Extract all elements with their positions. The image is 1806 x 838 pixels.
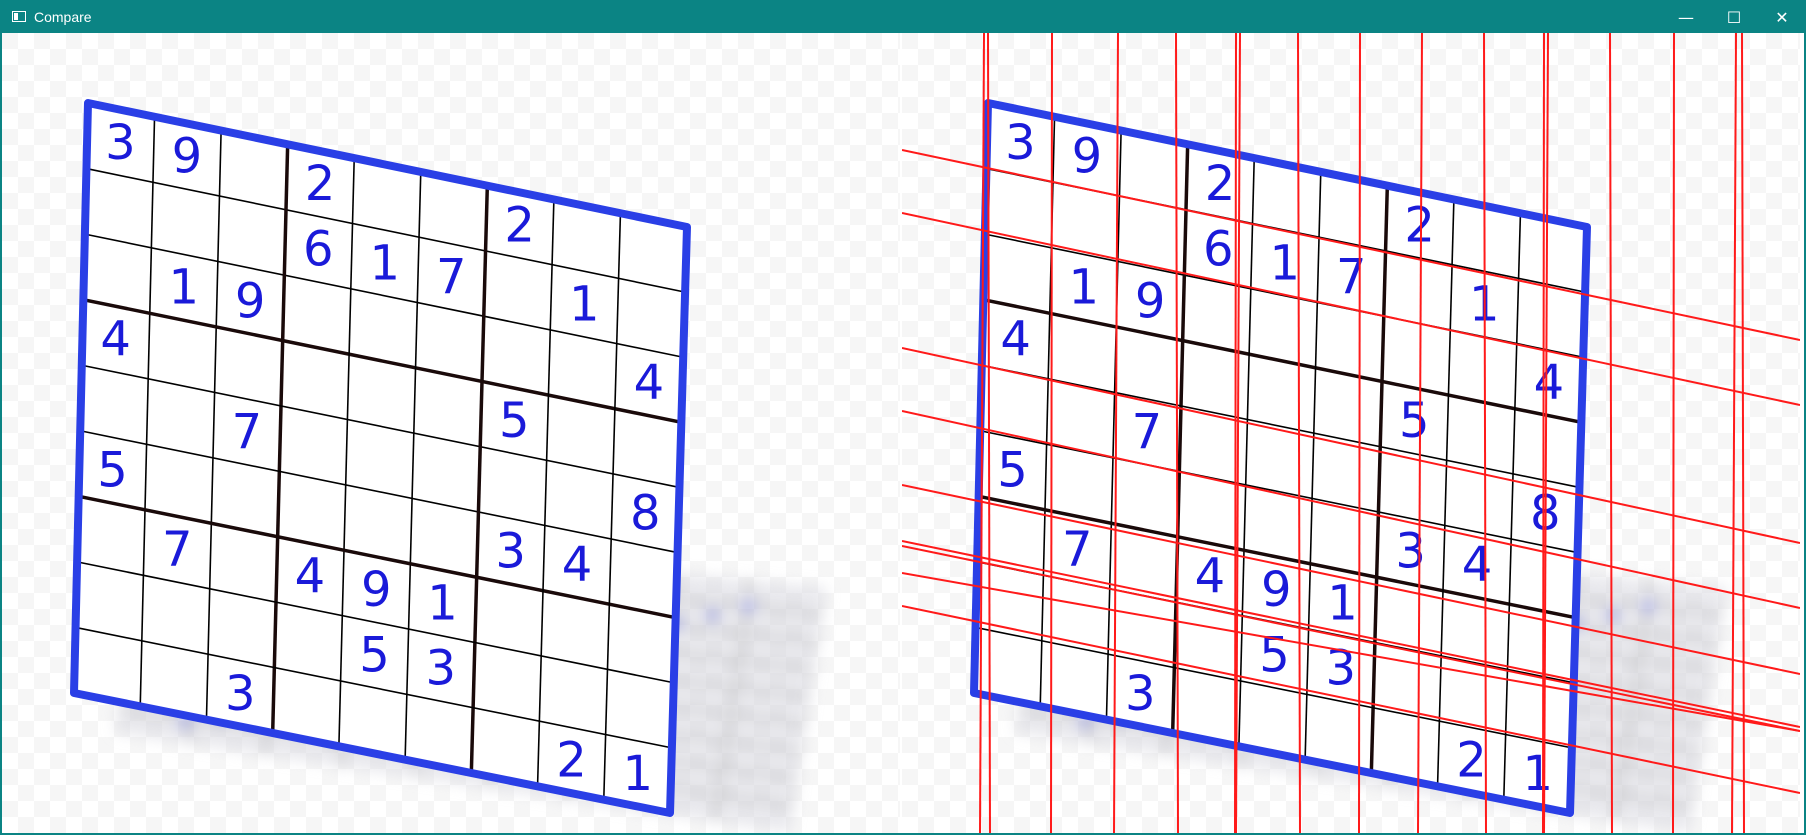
sudoku-digit: 9 — [1261, 562, 1292, 618]
sudoku-digit: 7 — [232, 404, 263, 460]
detected-vertical-line — [1050, 32, 1053, 834]
app-window-icon — [12, 11, 26, 22]
sudoku-digit: 1 — [1522, 746, 1553, 802]
sudoku-photo-with-line-detection: 3 9 226 1 7 11 94457853 47 4 9 15 332 1 — [901, 32, 1801, 834]
sudoku-digit: 7 — [436, 249, 467, 305]
sudoku-digit: 2 — [1404, 197, 1435, 253]
close-button[interactable]: ✕ — [1760, 2, 1804, 33]
sudoku-digit: 3 — [425, 641, 456, 697]
sudoku-digit: 1 — [427, 575, 458, 631]
detected-vertical-line — [1672, 32, 1675, 834]
sudoku-digit: 5 — [499, 393, 530, 449]
maximize-button[interactable]: ☐ — [1712, 2, 1756, 33]
maximize-icon: ☐ — [1726, 8, 1742, 27]
sudoku-digit: 3 — [105, 115, 136, 171]
sudoku-digit: 7 — [1336, 249, 1367, 305]
sudoku-digit: 5 — [1399, 393, 1430, 449]
sudoku-digit: 4 — [1195, 548, 1226, 604]
sudoku-digit: 2 — [305, 156, 336, 212]
sudoku-digit: 4 — [1462, 537, 1493, 593]
sudoku-digit: 3 — [495, 524, 526, 580]
sudoku-digit: 3 — [1125, 666, 1156, 722]
sudoku-digit: 8 — [630, 485, 661, 541]
compare-window: Compare — ☐ ✕ 39226171194457853474915332… — [0, 0, 1806, 835]
sudoku-digit: 5 — [97, 443, 128, 499]
sudoku-digit: 1 — [622, 746, 653, 802]
sudoku-digit: 9 — [1135, 273, 1166, 329]
sudoku-digit: 1 — [370, 235, 401, 291]
sudoku-digit: 1 — [168, 260, 199, 316]
image-comparison-area: 392261711944578534749153321 392261711944… — [2, 32, 1804, 834]
sudoku-digit: 3 — [1005, 115, 1036, 171]
sudoku-digit: 2 — [1205, 156, 1236, 212]
sudoku-digit: 9 — [172, 129, 203, 185]
sudoku-digit: 4 — [1534, 355, 1565, 411]
sudoku-digit: 2 — [1456, 733, 1487, 789]
minimize-icon: — — [1678, 8, 1694, 27]
window-title: Compare — [34, 9, 92, 25]
original-image-panel: 392261711944578534749153321 — [2, 33, 900, 833]
sudoku-digit: 6 — [303, 222, 334, 278]
sudoku-digit: 4 — [100, 312, 131, 368]
sudoku-digit: 5 — [359, 627, 390, 683]
sudoku-digit: 4 — [295, 548, 326, 604]
sudoku-digit: 2 — [504, 197, 535, 253]
sudoku-digit: 1 — [569, 276, 600, 332]
sudoku-digit: 3 — [1395, 524, 1426, 580]
sudoku-digit: 5 — [997, 443, 1028, 499]
detected-lines-image-panel: 392261711944578534749153321 — [901, 32, 1801, 834]
sudoku-digit: 4 — [634, 355, 665, 411]
sudoku-digit: 7 — [1132, 404, 1163, 460]
detected-vertical-line — [1358, 32, 1361, 834]
sudoku-digit: 4 — [1000, 312, 1031, 368]
sudoku-digit: 1 — [1327, 575, 1358, 631]
sudoku-digit: 4 — [562, 537, 593, 593]
sudoku-digit: 1 — [1068, 260, 1099, 316]
sudoku-digit: 3 — [225, 666, 256, 722]
sudoku-digit: 7 — [1062, 522, 1093, 578]
sudoku-digit: 1 — [1270, 235, 1301, 291]
sudoku-digit: 7 — [162, 522, 193, 578]
sudoku-digit: 2 — [556, 733, 587, 789]
minimize-button[interactable]: — — [1664, 2, 1708, 33]
sudoku-photo-original: 3 9 226 1 7 11 94457853 47 4 9 15 332 1 — [2, 33, 900, 833]
close-icon: ✕ — [1775, 8, 1789, 27]
sudoku-digit: 9 — [361, 562, 392, 618]
sudoku-digit: 9 — [1072, 129, 1103, 185]
sudoku-digit: 6 — [1203, 222, 1234, 278]
sudoku-digit: 9 — [235, 273, 266, 329]
title-bar[interactable]: Compare — ☐ ✕ — [2, 2, 1804, 33]
